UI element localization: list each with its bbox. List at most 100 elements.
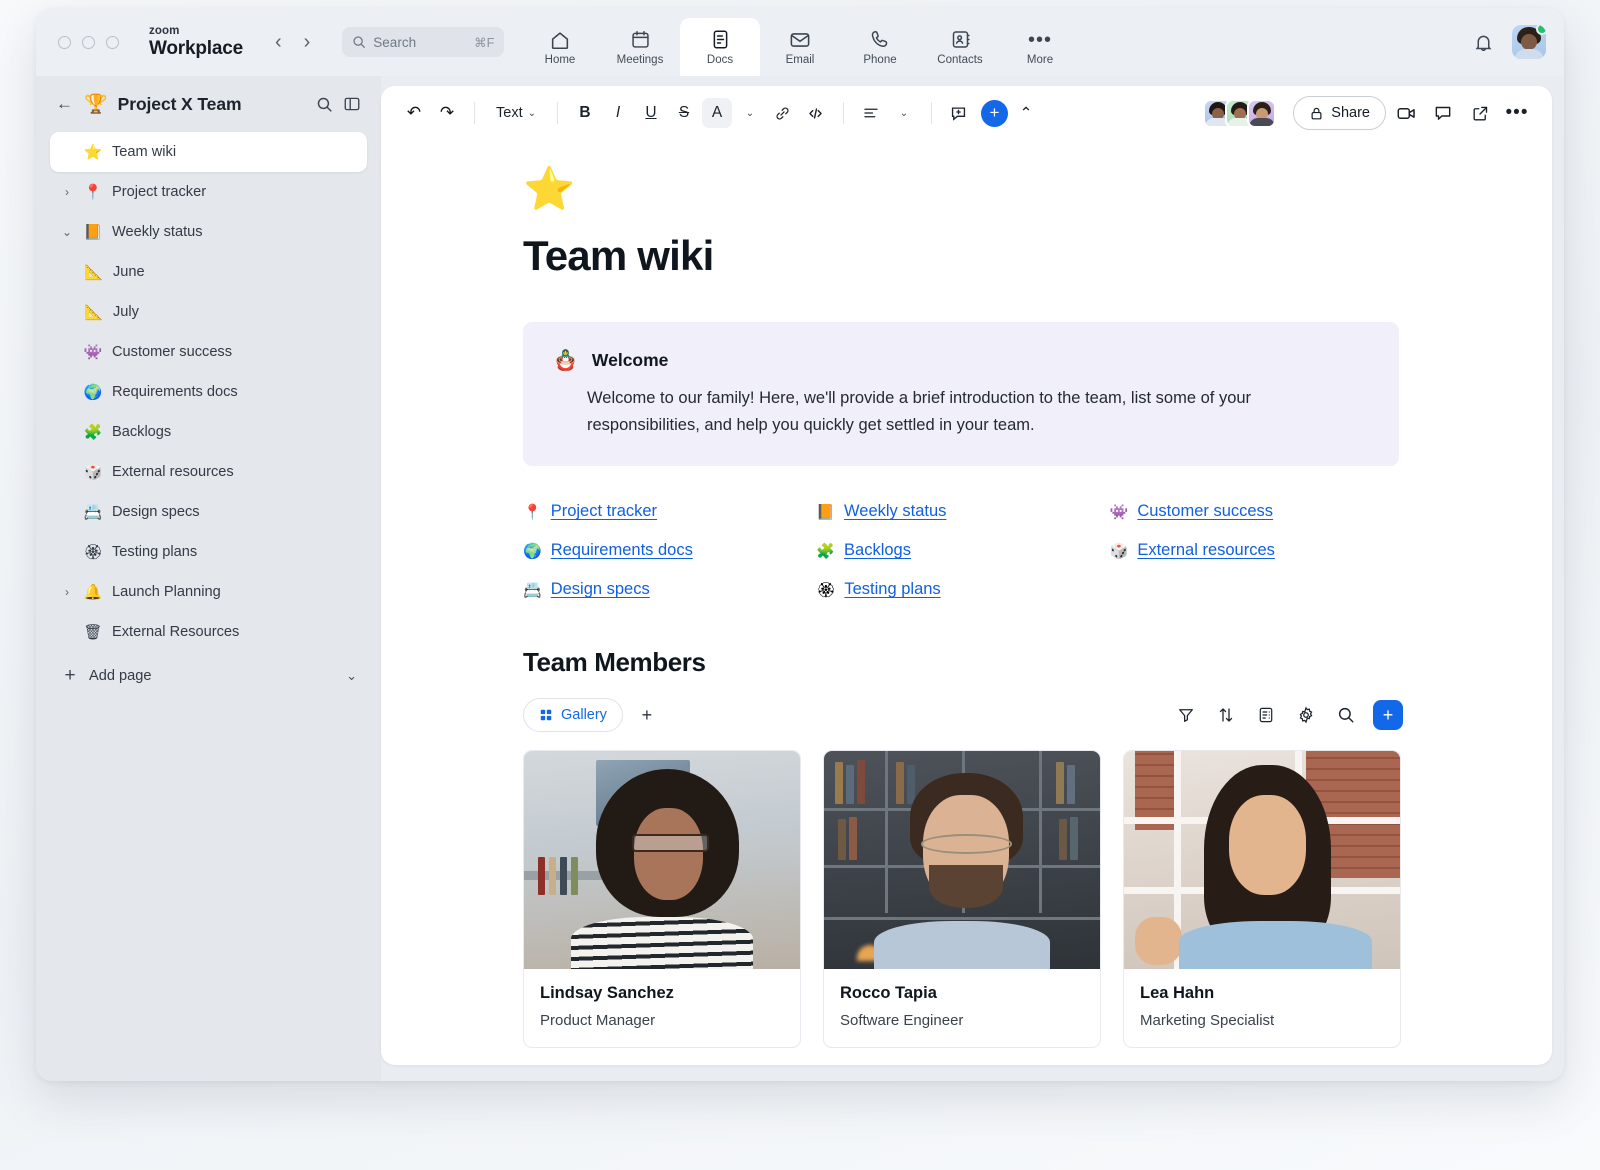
add-view-button[interactable]: + [631,699,663,731]
arrow-left-icon[interactable]: ← [56,94,74,114]
member-role: Marketing Specialist [1140,1012,1384,1029]
redo-button[interactable]: ↷ [432,98,462,128]
link-label[interactable]: Requirements docs [551,541,693,560]
sidebar-item-design-specs[interactable]: 📇 Design specs [50,492,367,532]
chevron-right-icon[interactable]: › [60,185,74,199]
link-item[interactable]: 📍 Project tracker [523,502,816,521]
filter-icon[interactable] [1173,702,1199,728]
maximize-window-button[interactable] [106,36,119,49]
document-emoji[interactable]: ⭐ [523,168,1482,210]
collaborator-avatars[interactable] [1203,99,1276,128]
add-block-button[interactable]: + [981,100,1008,127]
link-item[interactable]: 🧩 Backlogs [816,541,1109,560]
global-search-input[interactable]: Search ⌘F [342,27,504,57]
panel-toggle-icon[interactable] [343,95,361,113]
sidebar-item-backlogs[interactable]: 🧩 Backlogs [50,412,367,452]
underline-button[interactable]: U [636,98,666,128]
collapse-toolbar-button[interactable]: ⌃ [1011,98,1041,128]
font-color-dropdown[interactable]: ⌄ [735,98,765,128]
gallery-view-tab[interactable]: Gallery [523,698,623,732]
italic-button[interactable]: I [603,98,633,128]
align-left-icon [862,104,880,122]
chevron-down-icon[interactable]: ⌄ [60,225,74,239]
tab-meetings-label: Meetings [617,54,664,66]
tab-phone-label: Phone [863,54,896,66]
text-style-dropdown[interactable]: Text ⌄ [487,98,545,128]
bold-button[interactable]: B [570,98,600,128]
link-label[interactable]: Testing plans [844,580,940,599]
add-record-button[interactable]: + [1373,700,1403,730]
align-button[interactable] [856,98,886,128]
photo-book [846,765,854,804]
nav-back-button[interactable]: ‹ [269,29,288,55]
member-name: Lea Hahn [1140,984,1384,1003]
font-color-button[interactable]: A [702,98,732,128]
tab-contacts[interactable]: Contacts [920,18,1000,76]
link-item[interactable]: 📙 Weekly status [816,502,1109,521]
link-item[interactable]: 🏵 Testing plans [816,580,1109,599]
link-item[interactable]: 🎲 External resources [1110,541,1403,560]
sidebar-item-external-resources-trash[interactable]: 🗑 External Resources [50,612,367,652]
sidebar-item-july[interactable]: 📐 July [50,292,367,332]
video-camera-button[interactable] [1389,96,1423,130]
sidebar-item-launch-planning[interactable]: › 🔔 Launch Planning [50,572,367,612]
share-button[interactable]: Share [1293,96,1386,130]
page-title[interactable]: Team wiki [523,232,1482,280]
sidebar-item-june[interactable]: 📐 June [50,252,367,292]
chevron-right-icon[interactable]: › [60,585,74,599]
member-card[interactable]: Lea Hahn Marketing Specialist [1123,750,1401,1048]
tab-home[interactable]: Home [520,18,600,76]
ellipsis-icon: ••• [1028,29,1052,51]
nav-forward-button[interactable]: › [298,29,317,55]
tab-email[interactable]: Email [760,18,840,76]
link-label[interactable]: Weekly status [844,502,946,521]
tab-phone[interactable]: Phone [840,18,920,76]
more-options-button[interactable]: ••• [1500,96,1534,130]
sidebar-item-project-tracker[interactable]: › 📍 Project tracker [50,172,367,212]
tab-meetings[interactable]: Meetings [600,18,680,76]
window-traffic-lights[interactable] [58,36,119,49]
notifications-bell-icon[interactable] [1473,32,1494,53]
link-label[interactable]: Customer success [1137,502,1273,521]
sidebar-item-testing-plans[interactable]: 🏵 Testing plans [50,532,367,572]
link-label[interactable]: Backlogs [844,541,911,560]
form-icon[interactable] [1253,702,1279,728]
sidebar-item-team-wiki[interactable]: ⭐ Team wiki [50,132,367,172]
code-button[interactable] [801,98,831,128]
link-label[interactable]: Project tracker [551,502,657,521]
sidebar-item-customer-success[interactable]: 👾 Customer success [50,332,367,372]
link-label[interactable]: External resources [1137,541,1275,560]
open-external-button[interactable] [1463,96,1497,130]
member-meta: Lindsay Sanchez Product Manager [524,969,800,1047]
sidebar-item-external-resources[interactable]: 🎲 External resources [50,452,367,492]
link-item[interactable]: 🌍 Requirements docs [523,541,816,560]
settings-gear-icon[interactable] [1293,702,1319,728]
tab-more[interactable]: ••• More [1000,18,1080,76]
sidebar-item-weekly-status[interactable]: ⌄ 📙 Weekly status [50,212,367,252]
add-page-button[interactable]: + Add page ⌄ [50,656,367,696]
member-card[interactable]: Lindsay Sanchez Product Manager [523,750,801,1048]
status-badge [1536,25,1546,35]
strikethrough-button[interactable]: S [669,98,699,128]
gallery-grid-icon [539,708,553,722]
align-dropdown[interactable]: ⌄ [889,98,919,128]
tab-docs[interactable]: Docs [680,18,760,76]
sidebar-item-label: Requirements docs [112,384,238,400]
chat-button[interactable] [1426,96,1460,130]
search-icon[interactable] [1333,702,1359,728]
link-button[interactable] [768,98,798,128]
minimize-window-button[interactable] [82,36,95,49]
avatar[interactable] [1247,99,1276,128]
member-card[interactable]: Rocco Tapia Software Engineer [823,750,1101,1048]
sort-icon[interactable] [1213,702,1239,728]
add-comment-button[interactable] [944,98,974,128]
chevron-down-icon[interactable]: ⌄ [346,668,357,684]
link-item[interactable]: 📇 Design specs [523,580,816,599]
user-avatar[interactable] [1512,25,1546,59]
link-label[interactable]: Design specs [551,580,650,599]
close-window-button[interactable] [58,36,71,49]
undo-button[interactable]: ↶ [399,98,429,128]
sidebar-item-requirements-docs[interactable]: 🌍 Requirements docs [50,372,367,412]
link-item[interactable]: 👾 Customer success [1110,502,1403,521]
search-icon[interactable] [316,96,333,113]
